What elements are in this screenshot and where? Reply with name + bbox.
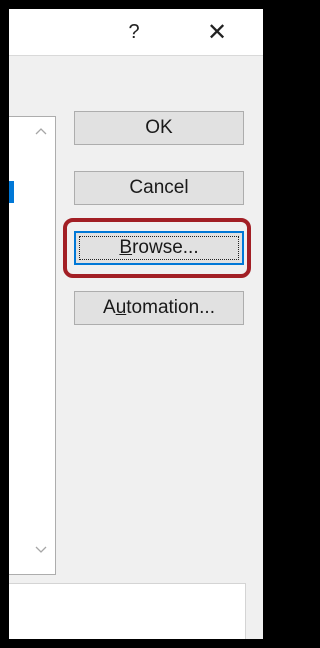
chevron-up-icon: [35, 128, 46, 135]
selected-item-indicator: [9, 181, 14, 203]
ok-button-label: OK: [145, 117, 173, 138]
cancel-button[interactable]: Cancel: [74, 171, 244, 205]
cancel-button-label: Cancel: [129, 177, 189, 198]
automation-button-label: Automation...: [103, 297, 215, 318]
title-bar: ? ✕: [9, 9, 263, 56]
vertical-scrollbar[interactable]: [26, 117, 55, 574]
scroll-up-button[interactable]: [26, 121, 55, 143]
automation-label-start: A: [103, 297, 116, 318]
chevron-down-icon: [35, 546, 46, 553]
automation-accelerator-key: u: [115, 297, 127, 318]
browse-accelerator-key: B: [119, 237, 133, 258]
scroll-down-button[interactable]: [26, 540, 55, 562]
close-icon: ✕: [206, 18, 228, 46]
dialog-window: ? ✕ OK Cancel Browse... Automation...: [9, 9, 263, 639]
question-mark-icon: ?: [128, 21, 140, 43]
help-button[interactable]: ?: [116, 15, 152, 49]
browse-button[interactable]: Browse...: [74, 231, 244, 265]
automation-label-rest: tomation...: [126, 297, 215, 318]
browse-button-label: Browse...: [119, 237, 198, 258]
close-button[interactable]: ✕: [199, 15, 235, 49]
browse-label-rest: rowse...: [132, 237, 199, 258]
ok-button[interactable]: OK: [74, 111, 244, 145]
bottom-panel: [9, 583, 246, 639]
list-box[interactable]: [9, 116, 56, 575]
automation-button[interactable]: Automation...: [74, 291, 244, 325]
